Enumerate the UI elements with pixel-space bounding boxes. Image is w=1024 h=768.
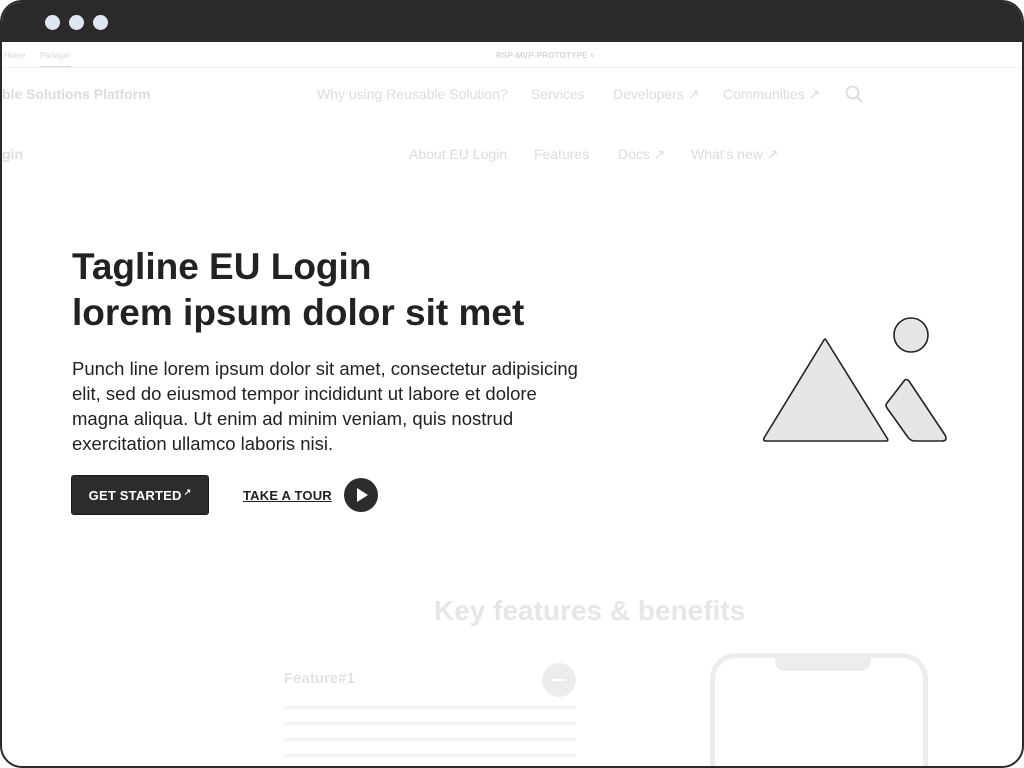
feature-divider (284, 706, 576, 709)
hero-title-line-2: lorem ipsum dolor sit met (72, 292, 525, 333)
window-dot-maximize[interactable] (93, 14, 108, 30)
key-features-heading: Key features & benefits (434, 595, 746, 626)
hero-punchline: Punch line lorem ipsum dolor sit amet, c… (72, 358, 578, 454)
hero-title: Tagline EU Login lorem ipsum dolor sit m… (72, 244, 524, 336)
play-button[interactable] (344, 478, 378, 512)
feature-text-placeholder (284, 722, 576, 725)
nav-link-communities[interactable]: Communities ↗ (723, 86, 820, 103)
nav-link-why-reusable[interactable]: Why using Reusable Solution? (317, 86, 508, 102)
feature-text-placeholder (284, 754, 576, 757)
nav-link-developers[interactable]: Developers ↗ (613, 86, 699, 103)
page-viewport: Home Partager RSP-MVP-PROTOTYPE ˅ ble So… (2, 42, 1022, 766)
image-placeholder-icon (762, 317, 947, 442)
platform-brand[interactable]: ble Solutions Platform (2, 86, 151, 102)
window-dot-close[interactable] (45, 14, 60, 30)
prototype-selector[interactable]: RSP-MVP-PROTOTYPE ˅ (496, 51, 595, 60)
phone-notch (775, 655, 871, 671)
product-brand[interactable]: gin (2, 146, 23, 162)
get-started-label: GET STARTED (88, 487, 182, 503)
external-link-icon: ↗ (183, 487, 192, 497)
prototype-tabstrip: Home Partager RSP-MVP-PROTOTYPE ˅ (2, 42, 1022, 68)
subnav-link-features[interactable]: Features (534, 146, 589, 162)
play-icon (357, 488, 368, 502)
phone-mockup (710, 653, 928, 766)
tab-partager[interactable]: Partager (40, 51, 71, 67)
feature-collapse-button[interactable] (542, 663, 576, 697)
search-icon[interactable] (845, 85, 863, 103)
get-started-button[interactable]: GET STARTED ↗ (71, 475, 209, 515)
browser-window: Home Partager RSP-MVP-PROTOTYPE ˅ ble So… (0, 0, 1024, 768)
window-titlebar (2, 2, 1022, 42)
take-a-tour-link[interactable]: TAKE A TOUR (243, 488, 332, 503)
tab-home[interactable]: Home (4, 51, 25, 60)
subnav-link-whats-new[interactable]: What's new ↗ (691, 146, 779, 163)
hero-title-line-1: Tagline EU Login (72, 246, 372, 287)
feature-1-title[interactable]: Feature#1 (284, 670, 355, 687)
feature-text-placeholder (284, 738, 576, 741)
subnav-link-docs[interactable]: Docs ↗ (618, 146, 666, 163)
window-dot-minimize[interactable] (69, 14, 84, 30)
subnav-link-about[interactable]: About EU Login (409, 146, 507, 162)
nav-link-services[interactable]: Services (531, 86, 585, 102)
